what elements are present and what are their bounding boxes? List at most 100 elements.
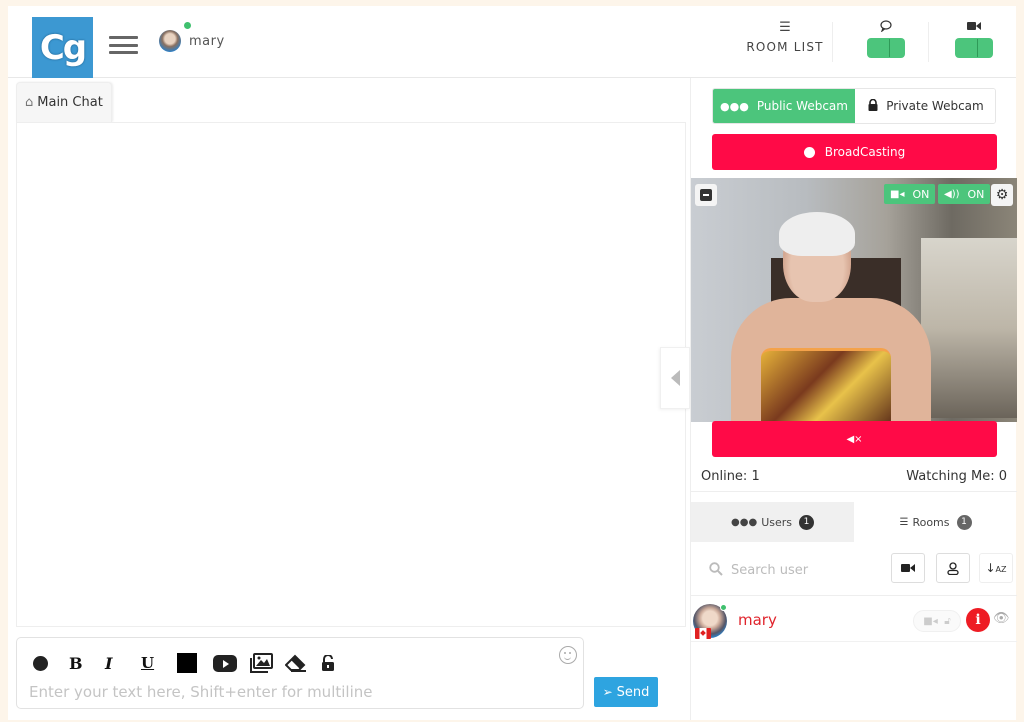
unlock-icon: 🔓︎ [944,615,951,627]
camera-toggle-button[interactable]: ■◂ ON [884,184,936,204]
underline-button[interactable]: U [141,652,177,674]
image-upload-button[interactable] [249,652,285,674]
video-settings-button[interactable]: ⚙ [991,184,1013,206]
tab-rooms-label: Rooms [912,515,950,529]
clear-format-button[interactable] [285,652,321,674]
online-status-dot [184,22,191,29]
paper-plane-icon: ➢ [602,685,613,699]
watching-count: Watching Me: 0 [906,469,1007,484]
user-list-item[interactable]: mary ■◂ 🔓︎ i 👁︎ [691,598,1017,642]
users-count-badge: 1 [799,514,814,530]
tab-users-label: Users [761,515,792,529]
online-status-dot [720,604,727,611]
video-camera-icon: ■◂ [923,615,938,627]
chat-app: Cg mary ☰ ROOM LIST ⌂ Main Chat B I U En… [8,6,1017,720]
message-composer: B I U [16,637,584,709]
broadcasting-button[interactable]: BroadCasting [712,134,997,170]
stats-bar: Online: 1 Watching Me: 0 [691,462,1017,492]
camera-status: ON [912,187,930,201]
current-user[interactable]: mary [159,22,225,52]
avatar [159,22,191,52]
sort-button[interactable]: ↓AZ [979,553,1013,583]
eraser-icon [285,654,306,672]
divider [928,22,929,62]
user-icon [947,561,959,575]
user-name[interactable]: mary [738,611,777,629]
audio-status: ON [967,187,985,201]
images-icon [250,653,273,673]
bold-button[interactable]: B [69,652,105,674]
hamburger-icon[interactable] [109,36,138,54]
filter-webcam-button[interactable] [891,553,925,583]
message-input[interactable] [29,682,569,702]
webcam-toggle-switch[interactable] [955,38,993,58]
right-panel: ●●● Public Webcam Private Webcam BroadCa… [690,78,1017,720]
minimize-video-button[interactable] [695,184,717,206]
tab-rooms[interactable]: ☰ Rooms 1 [854,502,1017,542]
info-icon: i [975,612,981,628]
current-user-name: mary [189,33,225,49]
room-list-label: ROOM LIST [746,40,824,54]
rooms-count-badge: 1 [956,514,972,530]
canada-flag-icon [695,628,711,639]
background-color-button[interactable] [177,652,213,674]
search-icon [709,562,723,580]
top-header: Cg mary ☰ ROOM LIST [8,6,1016,78]
home-icon: ⌂ [25,95,34,110]
webcam-video[interactable]: ■◂ ON ◀)) ON ⚙ [691,178,1017,422]
site-logo[interactable]: Cg [32,17,93,78]
webcam-toggle-button[interactable] [955,20,993,58]
chat-messages-area[interactable] [16,122,686,627]
list-tabs: ●●● Users 1 ☰ Rooms 1 [691,502,1017,542]
send-label: Send [616,684,650,700]
square-icon [177,653,197,673]
caret-left-icon [670,370,680,386]
room-list-button[interactable]: ☰ ROOM LIST [746,20,824,54]
speech-bubble-icon [867,20,905,36]
divider [832,22,833,62]
video-camera-icon [955,20,993,36]
broadcasting-label: BroadCasting [824,145,906,159]
send-button[interactable]: ➢ Send [594,677,658,707]
audio-toggle-button[interactable]: ◀)) ON [938,184,991,204]
tab-main-chat[interactable]: ⌂ Main Chat [16,82,112,122]
search-user-input[interactable] [731,560,881,580]
minus-icon [700,189,712,201]
private-toggle-button[interactable] [321,652,357,674]
mute-button[interactable]: ◀× [712,421,997,457]
users-icon: ●●● [720,99,749,113]
text-color-button[interactable] [33,652,69,674]
video-camera-icon [901,564,915,572]
chat-toggle-switch[interactable] [867,38,905,58]
public-webcam-button[interactable]: ●●● Public Webcam [713,89,855,123]
list-icon: ☰ [899,516,909,528]
filter-user-button[interactable] [936,553,970,583]
emoji-icon[interactable] [559,646,577,664]
private-webcam-button[interactable]: Private Webcam [855,89,995,123]
video-camera-icon: ■◂ [890,188,905,200]
user-search-row: ↓AZ [691,544,1017,596]
list-icon: ☰ [779,20,791,35]
record-dot-icon [803,146,815,158]
users-icon: ●●● [731,516,758,528]
user-status-pill: ■◂ 🔓︎ [913,610,961,632]
collapse-panel-button[interactable] [660,347,690,409]
volume-icon: ◀)) [944,188,960,200]
unlock-icon [322,655,334,671]
eye-icon[interactable]: 👁︎ [993,611,1010,626]
public-webcam-label: Public Webcam [756,99,848,113]
gear-icon: ⚙ [995,187,1009,203]
sort-alpha-icon: ↓AZ [985,561,1007,575]
youtube-button[interactable] [213,652,249,674]
user-info-button[interactable]: i [966,608,990,632]
volume-mute-icon: ◀× [846,433,863,445]
italic-button[interactable]: I [105,652,141,674]
logo-text: Cg [39,27,87,68]
formatting-toolbar: B I U [33,652,357,674]
circle-icon [33,655,48,671]
private-webcam-label: Private Webcam [886,99,984,113]
webcam-mode-selector: ●●● Public Webcam Private Webcam [712,88,996,124]
chat-toggle-button[interactable] [867,20,905,58]
lock-icon [868,98,878,114]
tab-users[interactable]: ●●● Users 1 [691,502,854,542]
